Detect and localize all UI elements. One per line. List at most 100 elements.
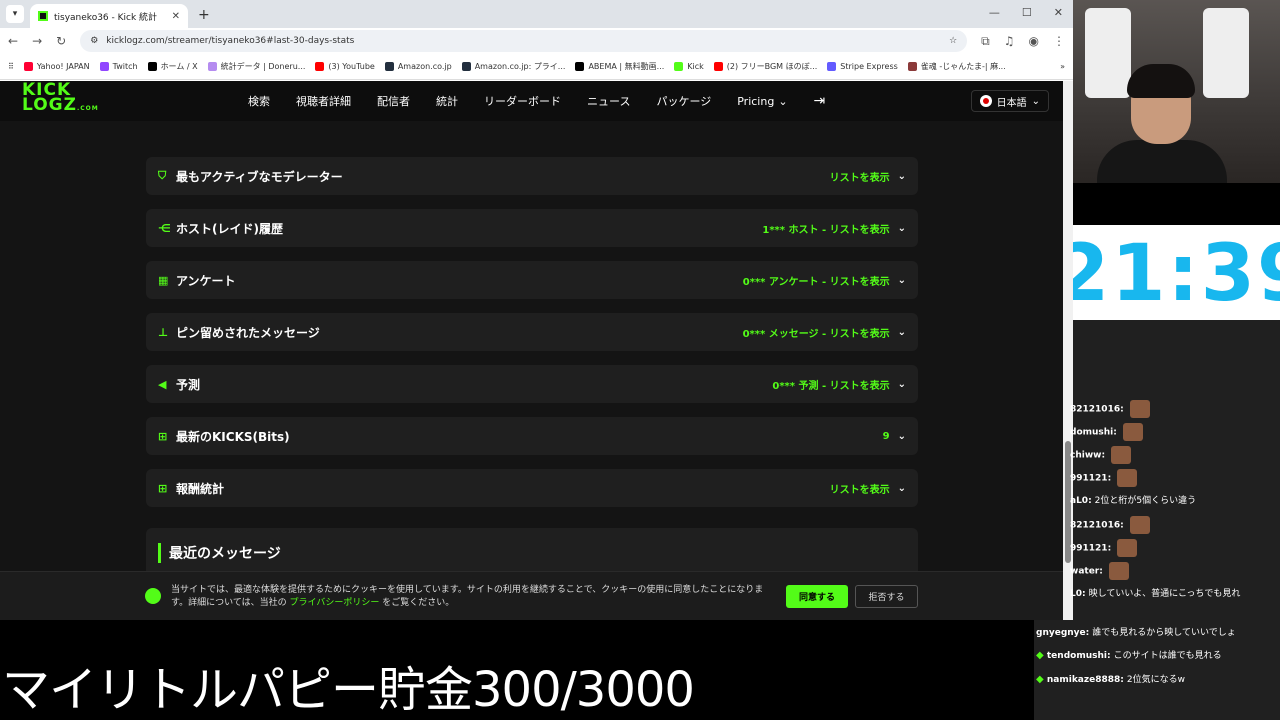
nav-link[interactable]: 配信者 xyxy=(377,93,410,109)
chevron-down-icon[interactable]: ⌄ xyxy=(898,327,906,338)
back-icon[interactable]: ← xyxy=(8,34,18,48)
bookmark-item[interactable]: Amazon.co.jp xyxy=(384,62,452,71)
bookmark-item[interactable]: Twitch xyxy=(99,62,138,71)
stats-row[interactable]: ◀ 予測 0*** 予測 - リストを表示 ⌄ xyxy=(146,365,918,403)
row-value[interactable]: リストを表示 xyxy=(830,481,890,496)
chat-username: water: xyxy=(1070,566,1103,577)
cookie-banner: 当サイトでは、最適な体験を提供するためにクッキーを使用しています。サイトの利用を… xyxy=(0,571,1063,620)
chevron-down-icon[interactable]: ⌄ xyxy=(898,379,906,390)
clock-text: 21:39: xyxy=(1073,229,1280,319)
bookmark-favicon-icon xyxy=(907,62,917,71)
url-text: kicklogz.com/streamer/tisyaneko36#last-3… xyxy=(106,36,355,46)
bookmark-item[interactable]: 雀魂 -じゃんたま-| 麻... xyxy=(907,61,1006,72)
row-value[interactable]: 0*** アンケート - リストを表示 xyxy=(743,273,890,288)
bookmark-favicon-icon xyxy=(315,62,325,71)
stats-row[interactable]: ⊞ 最新のKICKS(Bits) 9 ⌄ xyxy=(146,417,918,455)
bookmark-label: Amazon.co.jp xyxy=(397,62,452,71)
bookmark-label: 雀魂 -じゃんたま-| 麻... xyxy=(920,62,1006,71)
new-tab-button[interactable]: + xyxy=(198,7,210,23)
cookie-text-before: 当サイトでは、最適な体験を提供するためにクッキーを使用しています。サイトの利用を… xyxy=(171,585,764,608)
bookmark-favicon-icon xyxy=(575,62,585,71)
browser-tab[interactable]: tisyaneko36 - Kick 統計 ✕ xyxy=(30,4,188,28)
row-icon: ▦ xyxy=(158,273,169,287)
close-window-icon[interactable]: ✕ xyxy=(1054,6,1063,19)
media-icon[interactable]: ♫ xyxy=(1004,34,1015,48)
chat-message: 991121: xyxy=(1070,539,1138,557)
row-value[interactable]: 1*** ホスト - リストを表示 xyxy=(762,221,889,236)
nav-links: 検索 視聴者詳細 配信者 統計 リーダーボード ニュース パッケージ Pricing ⌄ ⇥ xyxy=(248,81,825,121)
clock-overlay: 21:39: xyxy=(1073,225,1280,320)
chevron-down-icon[interactable]: ⌄ xyxy=(898,431,906,442)
bookmark-favicon-icon xyxy=(207,62,217,71)
logo-line2: LOGZ xyxy=(22,95,77,115)
apps-icon[interactable]: ⠿ xyxy=(8,62,14,71)
row-label: ホスト(レイド)履歴 xyxy=(176,221,283,236)
stats-row[interactable]: ⛉ 最もアクティブなモデレーター リストを表示 ⌄ xyxy=(146,157,918,195)
cookie-agree-button[interactable]: 同意する xyxy=(786,585,848,608)
nav-link[interactable]: 検索 xyxy=(248,93,270,109)
chat-message: aL0: 2位と桁が5個くらい違う xyxy=(1070,493,1196,506)
verified-badge-icon: ◆ xyxy=(1036,650,1047,661)
bookmark-favicon-icon xyxy=(461,62,471,71)
chat-username: aL0: xyxy=(1070,496,1092,506)
row-icon: ⛉ xyxy=(158,169,167,182)
reload-icon[interactable]: ↻ xyxy=(56,34,66,48)
stats-row[interactable]: ⋲ ホスト(レイド)履歴 1*** ホスト - リストを表示 ⌄ xyxy=(146,209,918,247)
nav-link[interactable]: パッケージ xyxy=(656,93,711,109)
stats-row[interactable]: ⊞ 報酬統計 リストを表示 ⌄ xyxy=(146,469,918,507)
stats-row[interactable]: ▦ アンケート 0*** アンケート - リストを表示 ⌄ xyxy=(146,261,918,299)
bookmark-item[interactable]: ホーム / X xyxy=(147,61,198,72)
nav-link[interactable]: Pricing xyxy=(737,95,774,108)
kicklogz-logo[interactable]: KICK LOGZ.COM xyxy=(22,82,99,116)
bookmark-item[interactable]: (3) YouTube xyxy=(315,62,375,71)
chat-username: 82121016: xyxy=(1070,404,1124,415)
nav-link[interactable]: ニュース xyxy=(587,93,630,109)
bookmark-item[interactable]: Kick xyxy=(674,62,704,71)
bookmark-item[interactable]: Yahoo! JAPAN xyxy=(23,62,90,71)
row-label: アンケート xyxy=(176,273,236,288)
forward-icon[interactable]: → xyxy=(32,34,42,48)
row-value[interactable]: 0*** 予測 - リストを表示 xyxy=(772,377,889,392)
menu-icon[interactable]: ⋮ xyxy=(1053,34,1065,48)
address-bar[interactable]: ⚙ kicklogz.com/streamer/tisyaneko36#last… xyxy=(80,30,968,52)
bookmark-label: (3) YouTube xyxy=(328,62,375,71)
bookmark-item[interactable]: Amazon.co.jp: プライ... xyxy=(461,61,565,72)
bookmark-favicon-icon xyxy=(827,62,837,71)
row-icon: ⋲ xyxy=(158,221,171,235)
extensions-icon[interactable]: ⧉ xyxy=(981,34,990,49)
close-tab-icon[interactable]: ✕ xyxy=(172,11,180,22)
nav-link[interactable]: リーダーボード xyxy=(484,93,561,109)
more-bookmarks-icon[interactable]: » xyxy=(1060,62,1065,71)
chevron-down-icon[interactable]: ⌄ xyxy=(898,275,906,286)
profile-icon[interactable]: ◉ xyxy=(1029,34,1039,48)
nav-link[interactable]: 視聴者詳細 xyxy=(296,93,351,109)
cookie-refuse-button[interactable]: 拒否する xyxy=(855,585,918,608)
japan-flag-icon xyxy=(979,95,992,107)
row-value[interactable]: 9 xyxy=(883,431,890,442)
jersey-image xyxy=(1085,8,1131,98)
stats-row[interactable]: ⊥ ピン留めされたメッセージ 0*** メッセージ - リストを表示 ⌄ xyxy=(146,313,918,351)
chevron-down-icon[interactable]: ⌄ xyxy=(898,171,906,182)
bookmark-item[interactable]: 統計データ | Doneru... xyxy=(207,61,305,72)
bookmark-favicon-icon xyxy=(384,62,394,71)
bookmark-item[interactable]: ABEMA | 無料動画... xyxy=(575,61,664,72)
chevron-down-icon[interactable]: ⌄ xyxy=(898,223,906,234)
site-info-icon[interactable]: ⚙ xyxy=(90,36,98,46)
row-value[interactable]: 0*** メッセージ - リストを表示 xyxy=(743,325,890,340)
chat-username: 991121: xyxy=(1070,543,1112,554)
maximize-icon[interactable]: ☐ xyxy=(1022,6,1032,19)
nav-link[interactable]: 統計 xyxy=(436,93,458,109)
privacy-policy-link[interactable]: プライバシーポリシー xyxy=(290,598,380,608)
kicklogz-page: KICK LOGZ.COM 検索 視聴者詳細 配信者 統計 リーダーボード ニュース パッケ… xyxy=(0,81,1063,620)
cookie-icon xyxy=(145,588,161,604)
bookmark-item[interactable]: Stripe Express xyxy=(827,62,898,71)
minimize-icon[interactable]: — xyxy=(989,6,1000,19)
bookmark-star-icon[interactable]: ☆ xyxy=(949,36,957,46)
bookmark-item[interactable]: (2) フリーBGM ほのぼ... xyxy=(713,61,817,72)
chat-message: 991121: xyxy=(1070,469,1138,487)
tab-search-button[interactable]: ▾ xyxy=(6,5,24,23)
chevron-down-icon[interactable]: ⌄ xyxy=(898,483,906,494)
login-icon[interactable]: ⇥ xyxy=(814,93,826,109)
language-select[interactable]: 日本語 ⌄ xyxy=(970,90,1049,112)
row-value[interactable]: リストを表示 xyxy=(830,169,890,184)
